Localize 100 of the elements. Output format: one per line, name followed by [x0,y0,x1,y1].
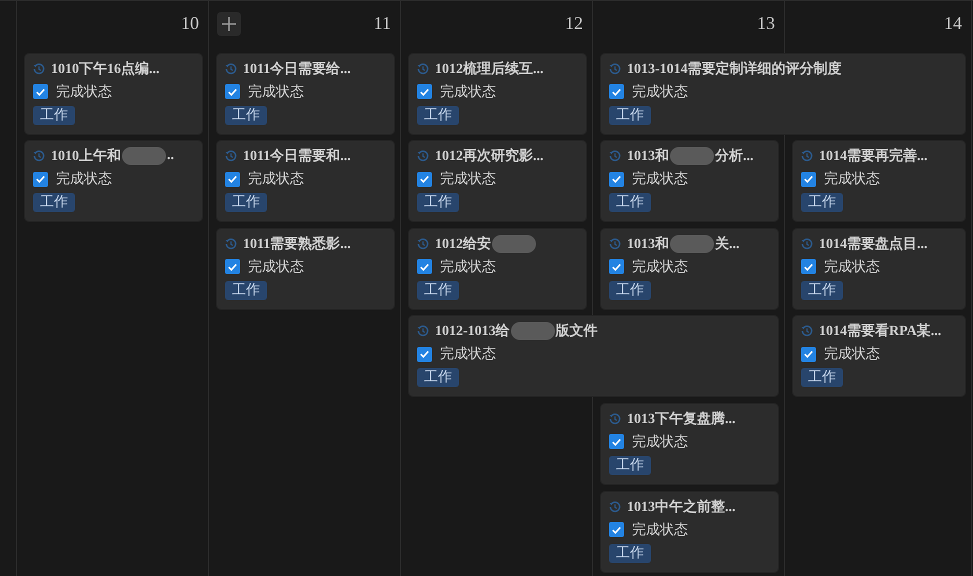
checkbox-label: 完成状态 [440,258,496,276]
checkbox[interactable] [225,259,240,274]
event-card[interactable]: 1011今日需要给... 完成状态 工作 [217,54,394,134]
tag: 工作 [225,193,267,212]
event-title: 版文件 [556,322,598,340]
checkbox-label: 完成状态 [632,258,688,276]
checkbox[interactable] [609,434,624,450]
history-icon [801,325,813,338]
event-title: 1012再次研究影... [435,147,544,166]
day-number: 13 [757,13,775,34]
event-title: 1012梳理后续互... [435,60,544,78]
event-title: 1013和 [627,147,669,166]
tag: 工作 [609,544,651,563]
event-title: 1013和 [627,235,669,253]
checkbox-label: 完成状态 [248,170,304,188]
checkbox[interactable] [801,259,816,274]
event-title: 1010下午16点编... [51,60,160,78]
tag: 工作 [609,106,651,125]
event-title: 1013-1014需要定制详细的评分制度 [627,60,842,78]
event-card[interactable]: 1012梳理后续互... 完成状态 工作 [409,54,586,134]
event-title: 1014需要盘点目... [819,235,928,253]
event-title: 1011今日需要和... [243,147,351,166]
checkbox-label: 完成状态 [440,170,496,188]
tag: 工作 [801,193,843,212]
history-icon [609,150,621,162]
event-title: 1011今日需要给... [243,60,351,78]
day-number: 14 [944,13,962,34]
event-title: 1013中午之前整... [627,498,736,516]
event-title: .. [167,148,174,164]
day-number: 11 [374,13,391,34]
event-card[interactable]: 1012给安 完成状态 工作 [409,228,586,309]
checkbox[interactable] [33,172,48,187]
event-title: 1011需要熟悉影... [243,235,351,253]
checkbox[interactable] [609,259,624,274]
checkbox[interactable] [417,346,432,362]
event-card[interactable]: 1013和 关... 完成状态 工作 [601,228,778,309]
event-card[interactable]: 1012再次研究影... 完成状态 工作 [409,141,586,222]
tag: 工作 [609,193,651,212]
checkbox-label: 完成状态 [824,170,880,188]
tag: 工作 [417,106,459,125]
event-title: 关... [715,235,740,253]
tag: 工作 [609,280,651,300]
event-title: 1014需要看RPA某... [819,322,942,340]
history-icon [609,62,621,75]
tag: 工作 [417,280,459,300]
checkbox[interactable] [33,84,48,100]
checkbox[interactable] [609,84,624,100]
tag: 工作 [225,280,267,300]
checkbox[interactable] [801,346,816,362]
checkbox[interactable] [417,259,432,274]
history-icon [609,412,621,425]
checkbox[interactable] [417,172,432,187]
tag: 工作 [801,280,843,300]
checkbox[interactable] [801,172,816,187]
event-card[interactable]: 1013-1014需要定制详细的评分制度 完成状态 工作 [601,54,965,134]
history-icon [225,62,237,75]
checkbox[interactable] [609,522,624,538]
history-icon [801,150,813,162]
event-card[interactable]: 1013中午之前整... 完成状态 工作 [601,492,778,572]
checkbox-label: 完成状态 [56,170,112,188]
tag: 工作 [225,106,267,125]
event-card[interactable]: 1014需要再完善... 完成状态 工作 [793,141,965,222]
event-title: 1013下午复盘腾... [627,410,736,428]
tag: 工作 [417,193,459,212]
checkbox[interactable] [225,84,240,100]
checkbox-label: 完成状态 [632,520,688,539]
checkbox-label: 完成状态 [632,170,688,188]
checkbox-label: 完成状态 [632,82,688,101]
checkbox[interactable] [225,172,240,187]
day-number: 10 [181,13,199,34]
checkbox-label: 完成状态 [824,258,880,276]
history-icon [225,150,237,162]
event-card[interactable]: 1014需要看RPA某... 完成状态 工作 [793,316,965,396]
checkbox-label: 完成状态 [56,82,112,101]
tag: 工作 [33,193,75,212]
event-card[interactable]: 1010下午16点编... 完成状态 工作 [25,54,202,134]
event-card[interactable]: 1013下午复盘腾... 完成状态 工作 [601,404,778,484]
checkbox[interactable] [609,172,624,187]
tag: 工作 [609,456,651,475]
history-icon [417,238,429,250]
event-card[interactable]: 1010上午和 .. 完成状态 工作 [25,141,202,222]
tag: 工作 [33,106,75,125]
plus-icon [222,16,236,30]
add-button[interactable] [217,12,241,36]
checkbox-label: 完成状态 [632,432,688,451]
event-card[interactable]: 1011今日需要和... 完成状态 工作 [217,141,394,222]
history-icon [33,150,45,162]
history-icon [33,62,45,75]
event-card[interactable]: 1014需要盘点目... 完成状态 工作 [793,228,965,309]
checkbox[interactable] [417,84,432,100]
event-card[interactable]: 1012-1013给 版文件 完成状态 工作 [409,316,778,396]
event-title: 分析... [715,147,754,166]
event-card[interactable]: 1011需要熟悉影... 完成状态 工作 [217,228,394,309]
day-number: 12 [565,13,583,34]
checkbox-label: 完成状态 [248,82,304,101]
event-title: 1010上午和 [51,147,121,166]
history-icon [609,500,621,513]
event-card[interactable]: 1013和 分析... 完成状态 工作 [601,141,778,222]
tag: 工作 [417,368,459,388]
event-title: 1012-1013给 [435,322,510,340]
